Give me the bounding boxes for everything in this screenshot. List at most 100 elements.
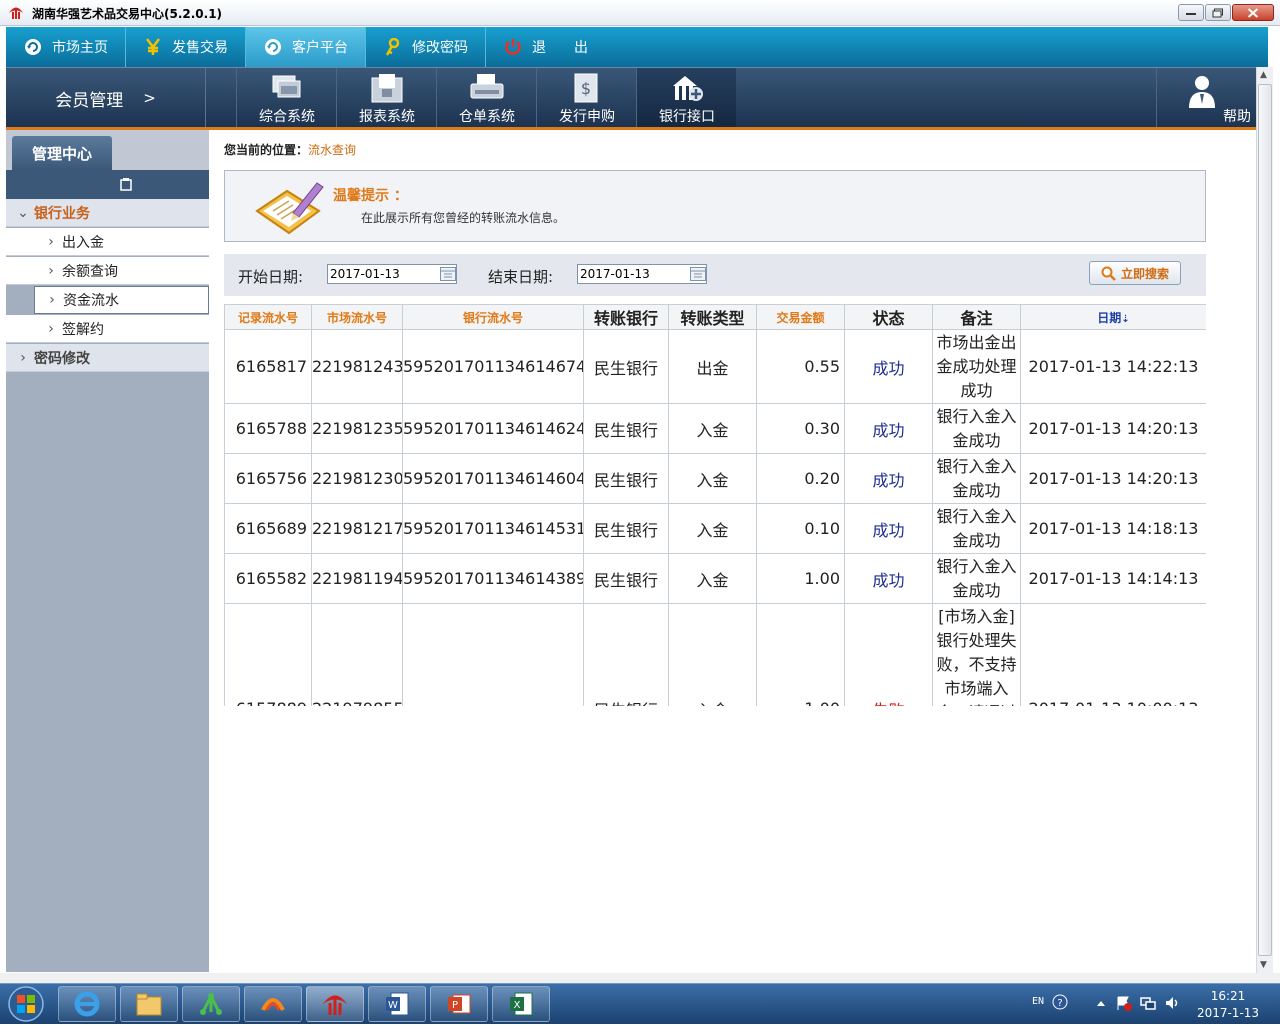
- col-market-no[interactable]: 市场流水号: [311, 304, 403, 330]
- cell-type: 入金: [668, 453, 757, 504]
- taskbar-powerpoint[interactable]: P: [430, 986, 488, 1022]
- language-indicator[interactable]: EN: [1032, 996, 1044, 1007]
- sidebar-item-label: 余额查询: [62, 263, 118, 280]
- tip-panel: 温馨提示 ： 在此展示所有您曾经的转账流水信息。: [224, 170, 1206, 242]
- taskbar-word[interactable]: W: [368, 986, 426, 1022]
- ie-icon: [74, 991, 100, 1017]
- cell-amount: 0.55: [756, 329, 845, 404]
- sidebar-item-fund-flow[interactable]: › 资金流水: [34, 286, 209, 314]
- module-report-system[interactable]: 报表系统: [336, 68, 436, 128]
- scroll-thumb[interactable]: [1258, 84, 1272, 956]
- breadcrumb-current[interactable]: 流水查询: [308, 143, 356, 157]
- nav-sale-trade[interactable]: 发售交易: [126, 27, 246, 67]
- table-row[interactable]: 6157889 2219798552 民生银行 入金 1.00 失败 [市场入金…: [224, 603, 1206, 706]
- nav-change-password[interactable]: 修改密码: [366, 27, 486, 67]
- cell-amount: 0.30: [756, 403, 845, 454]
- table-row[interactable]: 6165817 2219812431 59520170113461467470 …: [224, 329, 1206, 404]
- close-button[interactable]: [1232, 4, 1274, 21]
- search-button[interactable]: 立即搜索: [1089, 261, 1181, 285]
- cell-status: 成功: [844, 553, 933, 604]
- taskbar-ie[interactable]: [58, 986, 116, 1022]
- cell-bank: 民生银行: [583, 553, 669, 604]
- start-button[interactable]: [4, 985, 48, 1023]
- sidebar-group-bank-business[interactable]: ⌄ 银行业务: [6, 199, 209, 227]
- member-management[interactable]: 会员管理 >: [6, 68, 206, 128]
- flow-table-wrap: 记录流水号 市场流水号 银行流水号 转账银行 转账类型 交易金额 状态 备注 日…: [224, 304, 1206, 706]
- taskbar-excel[interactable]: X: [492, 986, 550, 1022]
- scroll-up-icon[interactable]: ▲: [1260, 70, 1267, 80]
- vertical-scrollbar[interactable]: ▲ ▼: [1256, 67, 1273, 973]
- table-row[interactable]: 6165788 2219812357 59520170113461462403 …: [224, 403, 1206, 454]
- cell-date: 2017-01-13 14:20:13: [1020, 403, 1206, 454]
- taskbar-browser[interactable]: [244, 986, 302, 1022]
- module-issue-subscribe[interactable]: $ 发行申购: [536, 68, 636, 128]
- cell-record-no: 6165689: [224, 503, 312, 554]
- network-icon[interactable]: [1140, 995, 1156, 1011]
- nav-logout[interactable]: 退 出: [486, 27, 606, 67]
- cell-bank-no: 59520170113461467470: [402, 329, 584, 404]
- sidebar-group-password[interactable]: › 密码修改: [6, 344, 209, 372]
- chevron-right-icon: >: [143, 89, 156, 107]
- module-warehouse-system[interactable]: 仓单系统: [436, 68, 536, 128]
- module-general-system[interactable]: 综合系统: [236, 68, 336, 128]
- power-icon: [502, 36, 524, 58]
- col-date[interactable]: 日期⇣: [1020, 304, 1206, 330]
- sidebar-item-balance-query[interactable]: › 余额查询: [6, 257, 209, 285]
- end-date-input[interactable]: [577, 264, 707, 284]
- cell-amount: 1.00: [756, 553, 845, 604]
- sidebar-item-sign-cancel[interactable]: › 签解约: [6, 315, 209, 343]
- col-record-no[interactable]: 记录流水号: [224, 304, 312, 330]
- cell-status: 成功: [844, 453, 933, 504]
- cell-bank: 民生银行: [583, 453, 669, 504]
- member-label: 会员管理: [55, 90, 124, 111]
- help-button[interactable]: 帮助: [1156, 68, 1268, 128]
- minimize-button[interactable]: [1178, 4, 1204, 21]
- taskbar-network-app[interactable]: [182, 986, 240, 1022]
- col-amount[interactable]: 交易金额: [756, 304, 845, 330]
- action-center-flag-icon[interactable]: [1116, 995, 1132, 1011]
- scroll-down-icon[interactable]: ▼: [1260, 960, 1267, 970]
- tip-text: 在此展示所有您曾经的转账流水信息。: [361, 211, 566, 225]
- show-hidden-icons[interactable]: [1096, 999, 1106, 1007]
- window-title: 湖南华强艺术品交易中心(5.2.0.1): [32, 7, 223, 21]
- table-row[interactable]: 6165756 2219812305 59520170113461460423 …: [224, 453, 1206, 504]
- tab-management-center[interactable]: 管理中心: [12, 136, 112, 170]
- col-bank-no[interactable]: 银行流水号: [402, 304, 584, 330]
- cell-bank-no: 59520170113461453198: [402, 503, 584, 554]
- table-row[interactable]: 6165689 2219812178 59520170113461453198 …: [224, 503, 1206, 554]
- col-bank: 转账银行: [583, 304, 669, 330]
- taskbar: W P X EN ? 16:21 2017-1-13: [0, 983, 1280, 1024]
- nav-label: 退 出: [532, 40, 588, 56]
- sidebar: 管理中心 ⌄ 银行业务 › 出入金 › 余额查询 › 资金流水 › 签解约 › …: [6, 130, 209, 972]
- cell-market-no: 2219811946: [311, 553, 403, 604]
- table-row[interactable]: 6165582 2219811946 59520170113461438933 …: [224, 553, 1206, 604]
- filter-bar: 开始日期: 结束日期: 立即搜索: [224, 254, 1206, 296]
- cell-bank: 民生银行: [583, 329, 669, 404]
- chevron-right-icon: ›: [49, 292, 55, 308]
- maximize-button[interactable]: [1205, 4, 1231, 21]
- col-status: 状态: [844, 304, 933, 330]
- clock[interactable]: 16:21 2017-1-13: [1190, 988, 1266, 1022]
- taskbar-explorer[interactable]: [120, 986, 178, 1022]
- taskbar-exchange-app[interactable]: [306, 986, 364, 1022]
- breadcrumb-label: 您当前的位置：: [224, 143, 309, 157]
- module-bank-interface[interactable]: 银行接口: [636, 68, 736, 128]
- help-circle-icon[interactable]: ?: [1052, 994, 1068, 1010]
- table-header-row: 记录流水号 市场流水号 银行流水号 转账银行 转账类型 交易金额 状态 备注 日…: [224, 304, 1206, 330]
- cell-type: 出金: [668, 329, 757, 404]
- nav-market-home[interactable]: 市场主页: [6, 27, 126, 67]
- dollar-document-icon: $: [574, 73, 598, 103]
- explorer-folder-icon: [136, 993, 162, 1016]
- clipboard-icon[interactable]: [120, 178, 132, 191]
- module-label: 报表系统: [359, 109, 415, 125]
- cell-market-no: 2219812357: [311, 403, 403, 454]
- cell-bank-no: 59520170113461460423: [402, 453, 584, 504]
- calendar-icon[interactable]: [690, 267, 706, 281]
- sidebar-item-deposit-withdraw[interactable]: › 出入金: [6, 228, 209, 256]
- volume-icon[interactable]: [1164, 995, 1180, 1011]
- start-date-input[interactable]: [327, 264, 457, 284]
- nav-client-platform[interactable]: 客户平台: [246, 27, 366, 67]
- calendar-icon[interactable]: [440, 267, 456, 281]
- cell-date: 2017-01-13 14:18:13: [1020, 503, 1206, 554]
- cell-note: 银行入金入金成功: [932, 503, 1021, 554]
